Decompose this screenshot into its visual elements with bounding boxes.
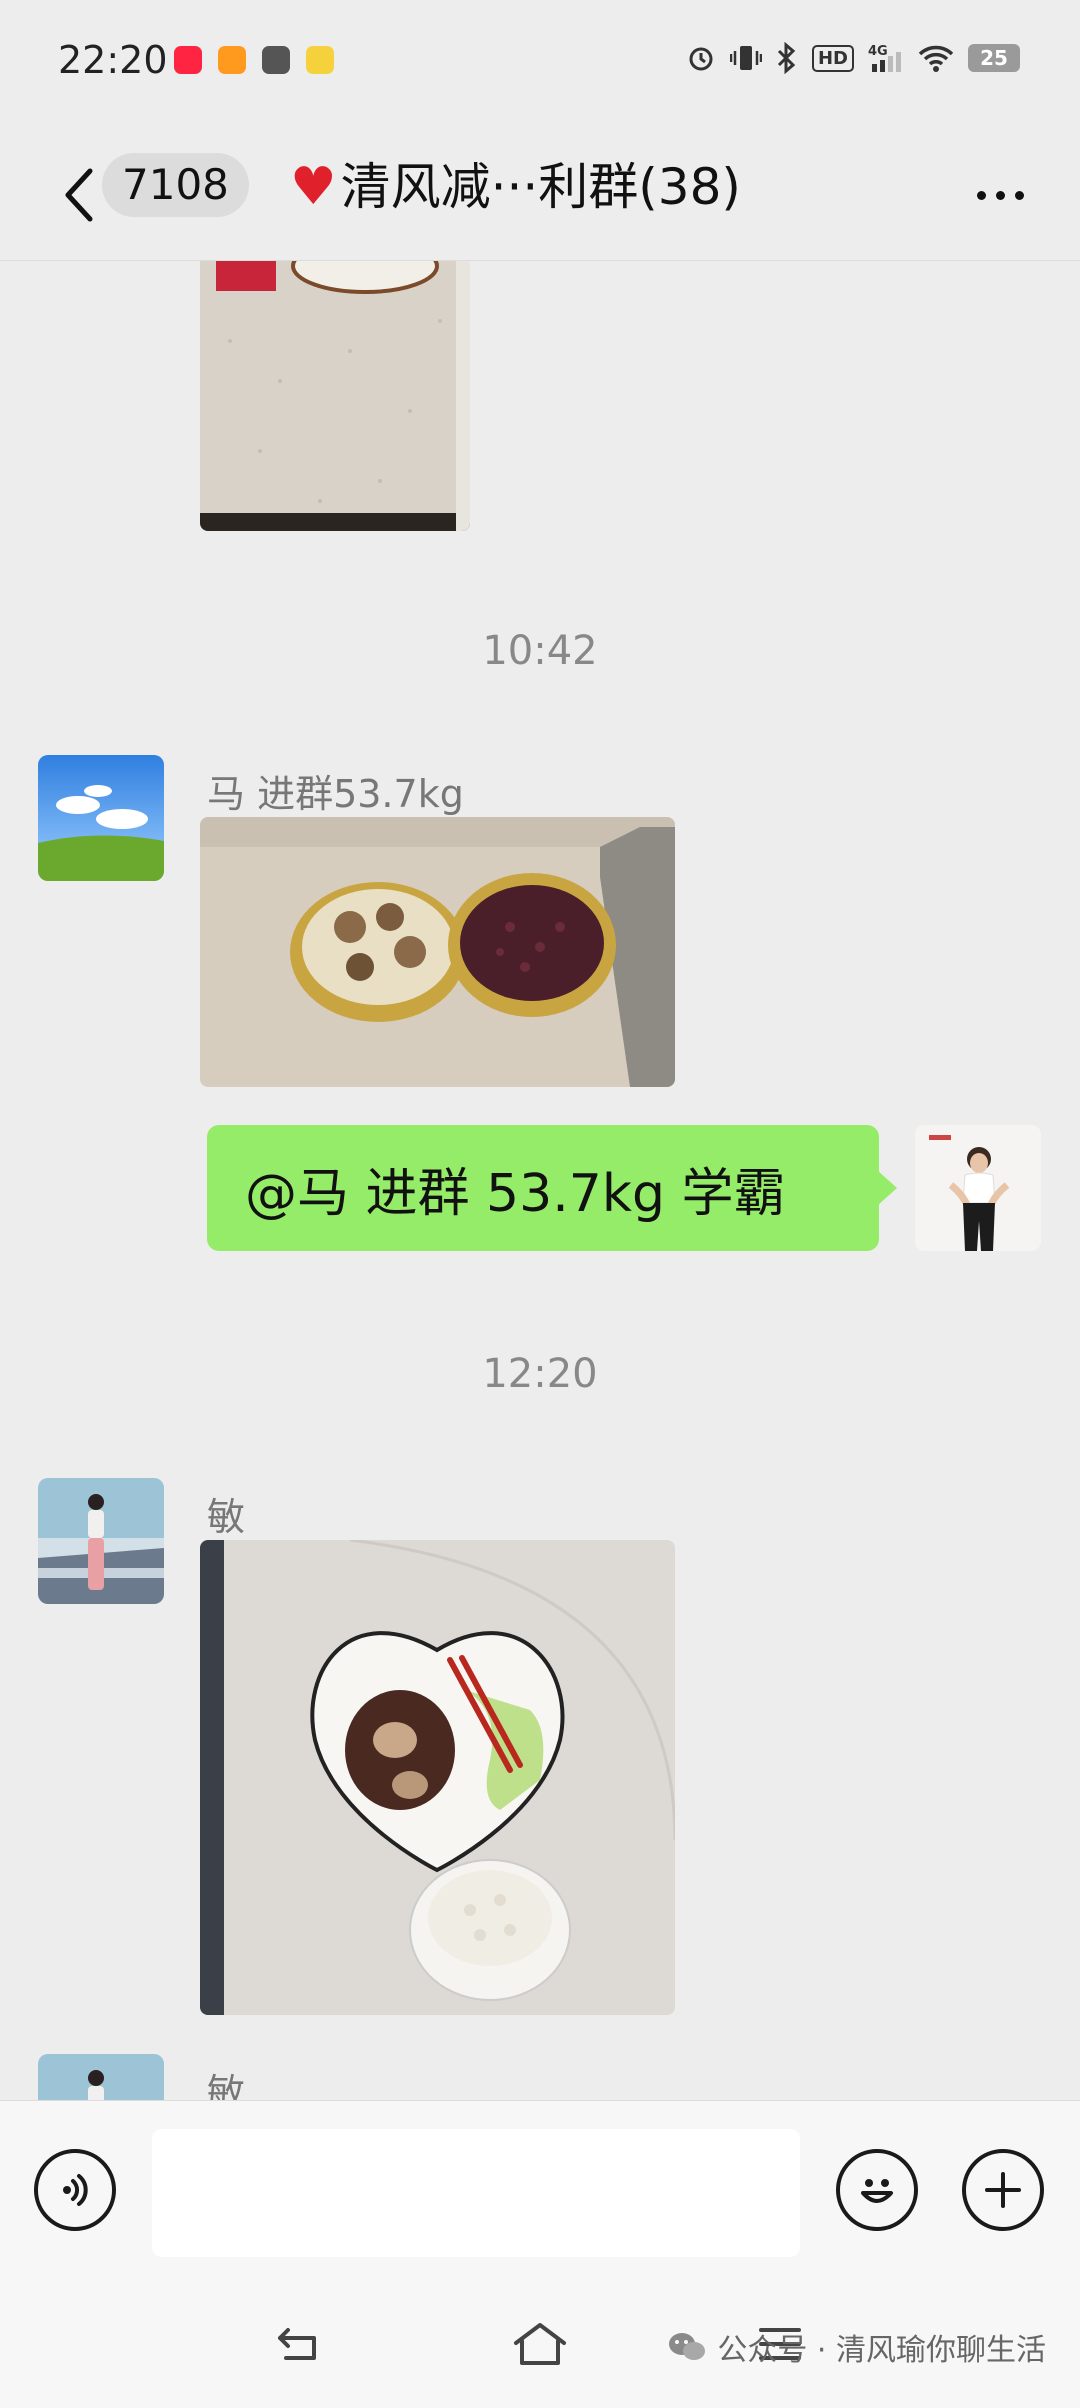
smiley-icon bbox=[861, 2179, 893, 2203]
chat-title-text: 清风减···利群(38) bbox=[340, 158, 741, 216]
emoji-button[interactable] bbox=[836, 2149, 918, 2231]
food-photo[interactable] bbox=[200, 817, 675, 1087]
food-photo[interactable] bbox=[200, 1540, 675, 2015]
watermark: 公众号 · 清风瑜你聊生活 bbox=[667, 2325, 1046, 2369]
wechat-icon bbox=[669, 2333, 706, 2360]
chat-message-list[interactable]: 10:42 马 进群53.7kg @马 进群 53.7kg 学霸 12:20 敏… bbox=[0, 261, 1080, 2101]
vibrate-icon bbox=[729, 46, 762, 70]
xiaohongshu-icon bbox=[174, 46, 202, 74]
heart-icon: ♥ bbox=[290, 157, 337, 217]
sender-name: 马 进群53.7kg bbox=[207, 772, 464, 816]
more-options-button[interactable] bbox=[960, 160, 1040, 230]
message-bubble-self[interactable]: @马 进群 53.7kg 学霸 bbox=[207, 1125, 897, 1251]
avatar[interactable] bbox=[38, 2054, 164, 2101]
sender-name: 敏 bbox=[207, 1495, 246, 1539]
wifi-icon bbox=[918, 45, 954, 72]
chevron-left-icon bbox=[65, 168, 93, 222]
system-nav-bar: 公众号 · 清风瑜你聊生活 bbox=[0, 2281, 1080, 2408]
dot-icon bbox=[1014, 190, 1024, 200]
food-photo-partial[interactable] bbox=[200, 261, 470, 531]
status-bar: 22:20 HD 4G 25 bbox=[0, 0, 1080, 130]
voice-input-button[interactable] bbox=[34, 2149, 116, 2231]
battery-icon: 25 bbox=[968, 44, 1020, 72]
avatar[interactable] bbox=[38, 1478, 164, 1604]
dot-icon bbox=[995, 190, 1005, 200]
more-functions-button[interactable] bbox=[962, 2149, 1044, 2231]
app-square-icon bbox=[262, 46, 290, 74]
chat-title[interactable]: ♥ 清风减···利群(38) bbox=[290, 152, 741, 222]
app-face-icon bbox=[306, 46, 334, 74]
svg-text:4G: 4G bbox=[868, 44, 888, 59]
plus-icon bbox=[985, 2172, 1021, 2208]
dot-icon bbox=[976, 190, 986, 200]
chat-header: 7108 ♥ 清风减···利群(38) bbox=[0, 130, 1080, 261]
alarm-icon bbox=[689, 47, 713, 71]
status-time: 22:20 bbox=[58, 38, 168, 82]
nav-home-button[interactable] bbox=[500, 2309, 580, 2379]
avatar[interactable] bbox=[38, 755, 164, 881]
bluetooth-icon bbox=[777, 42, 796, 74]
back-arrow-icon bbox=[278, 2328, 316, 2360]
status-icons: HD 4G 25 bbox=[686, 42, 1020, 74]
message-text: @马 进群 53.7kg 学霸 bbox=[245, 1163, 786, 1224]
voice-icon bbox=[63, 2174, 88, 2206]
signal-icon: 4G bbox=[868, 44, 901, 72]
input-bar bbox=[0, 2100, 1080, 2281]
self-avatar[interactable] bbox=[915, 1125, 1041, 1251]
timestamp: 12:20 bbox=[482, 1351, 598, 1397]
hd-icon: HD bbox=[811, 44, 854, 72]
app-heart-icon bbox=[218, 46, 246, 74]
unread-count-badge[interactable]: 7108 bbox=[102, 153, 249, 217]
home-icon bbox=[514, 2323, 566, 2365]
message-input[interactable] bbox=[152, 2129, 800, 2257]
watermark-text: 公众号 · 清风瑜你聊生活 bbox=[717, 2333, 1046, 2368]
sender-name: 敏 bbox=[207, 2071, 246, 2101]
timestamp: 10:42 bbox=[482, 628, 598, 674]
nav-back-button[interactable] bbox=[260, 2309, 340, 2379]
